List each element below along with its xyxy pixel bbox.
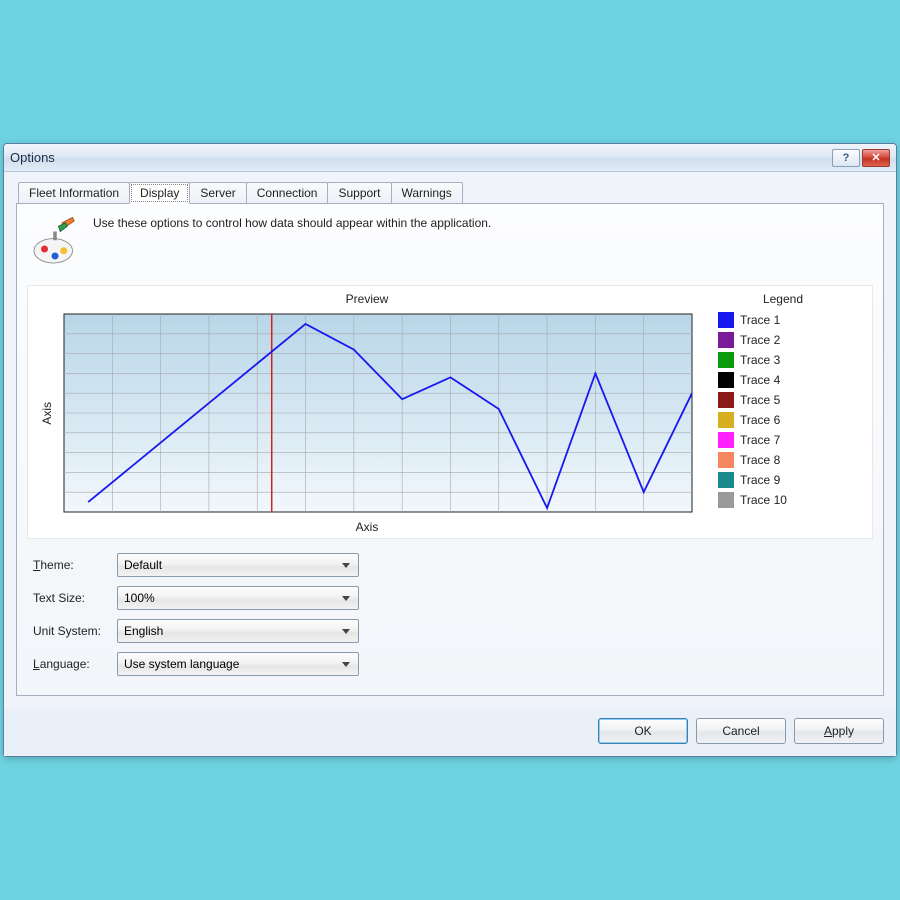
legend-item-8: Trace 8	[718, 452, 838, 468]
field-unit-system: Unit System: English	[33, 619, 873, 643]
field-theme: Theme: Default	[33, 553, 873, 577]
titlebar: Options ? ✕	[4, 144, 896, 172]
legend-label: Trace 4	[740, 373, 780, 387]
apply-button[interactable]: Apply	[794, 718, 884, 744]
legend-label: Trace 5	[740, 393, 780, 407]
unit-system-label: Unit System:	[33, 624, 117, 638]
x-axis-label: Axis	[36, 520, 698, 534]
legend-item-4: Trace 4	[718, 372, 838, 388]
close-icon: ✕	[871, 151, 880, 164]
close-button[interactable]: ✕	[862, 149, 890, 167]
legend-label: Trace 8	[740, 453, 780, 467]
legend-item-7: Trace 7	[718, 432, 838, 448]
legend-label: Trace 10	[740, 493, 787, 507]
legend-swatch	[718, 332, 734, 348]
ok-button[interactable]: OK	[598, 718, 688, 744]
palette-icon	[27, 214, 83, 273]
legend-label: Trace 3	[740, 353, 780, 367]
legend-swatch	[718, 412, 734, 428]
unit-system-dropdown[interactable]: English	[117, 619, 359, 643]
legend-label: Trace 7	[740, 433, 780, 447]
cancel-button[interactable]: Cancel	[696, 718, 786, 744]
window-title: Options	[10, 150, 830, 165]
field-language: Language: Use system language	[33, 652, 873, 676]
tab-display[interactable]: Display	[129, 182, 190, 204]
legend-label: Trace 1	[740, 313, 780, 327]
chart-wrap: Preview Axis Axis	[36, 292, 698, 534]
content-area: Fleet InformationDisplayServerConnection…	[4, 172, 896, 708]
legend-item-6: Trace 6	[718, 412, 838, 428]
tab-server[interactable]: Server	[189, 182, 246, 204]
legend-swatch	[718, 392, 734, 408]
legend-item-2: Trace 2	[718, 332, 838, 348]
tab-strip: Fleet InformationDisplayServerConnection…	[16, 182, 884, 204]
legend-item-10: Trace 10	[718, 492, 838, 508]
legend-swatch	[718, 452, 734, 468]
help-button[interactable]: ?	[832, 149, 860, 167]
legend-label: Trace 9	[740, 473, 780, 487]
tab-fleet-information[interactable]: Fleet Information	[18, 182, 130, 204]
legend-swatch	[718, 432, 734, 448]
legend-label: Trace 2	[740, 333, 780, 347]
y-axis-label: Axis	[36, 402, 58, 425]
apply-underline: A	[824, 724, 832, 738]
legend-title: Legend	[718, 292, 838, 306]
preview-title: Preview	[36, 292, 698, 306]
legend: Legend Trace 1 Trace 2 Trace 3 Trace 4 Trace…	[698, 292, 838, 534]
tab-warnings[interactable]: Warnings	[391, 182, 463, 204]
legend-item-3: Trace 3	[718, 352, 838, 368]
help-icon: ?	[843, 152, 850, 164]
theme-dropdown[interactable]: Default	[117, 553, 359, 577]
tab-panel-display: Use these options to control how data sh…	[16, 203, 884, 696]
dialog-buttons: OK Cancel Apply	[4, 708, 896, 756]
language-label: Language:	[33, 657, 117, 671]
tab-support[interactable]: Support	[327, 182, 391, 204]
text-size-label: Text Size:	[33, 591, 117, 605]
field-text-size: Text Size: 100%	[33, 586, 873, 610]
legend-swatch	[718, 472, 734, 488]
theme-label: Theme:	[33, 558, 117, 572]
preview-block: Preview Axis Axis Legend Trace 1 Trace 2 T…	[27, 285, 873, 539]
legend-item-5: Trace 5	[718, 392, 838, 408]
legend-item-9: Trace 9	[718, 472, 838, 488]
legend-swatch	[718, 352, 734, 368]
legend-label: Trace 6	[740, 413, 780, 427]
options-dialog: Options ? ✕ Fleet InformationDisplayServ…	[3, 143, 897, 757]
legend-swatch	[718, 372, 734, 388]
description-row: Use these options to control how data sh…	[27, 214, 873, 273]
tab-connection[interactable]: Connection	[246, 182, 329, 204]
text-size-dropdown[interactable]: 100%	[117, 586, 359, 610]
legend-item-1: Trace 1	[718, 312, 838, 328]
panel-description: Use these options to control how data sh…	[93, 214, 491, 230]
legend-swatch	[718, 312, 734, 328]
legend-swatch	[718, 492, 734, 508]
language-dropdown[interactable]: Use system language	[117, 652, 359, 676]
preview-chart	[58, 308, 698, 518]
display-fields: Theme: Default Text Size: 100% Unit Syst…	[33, 553, 873, 676]
